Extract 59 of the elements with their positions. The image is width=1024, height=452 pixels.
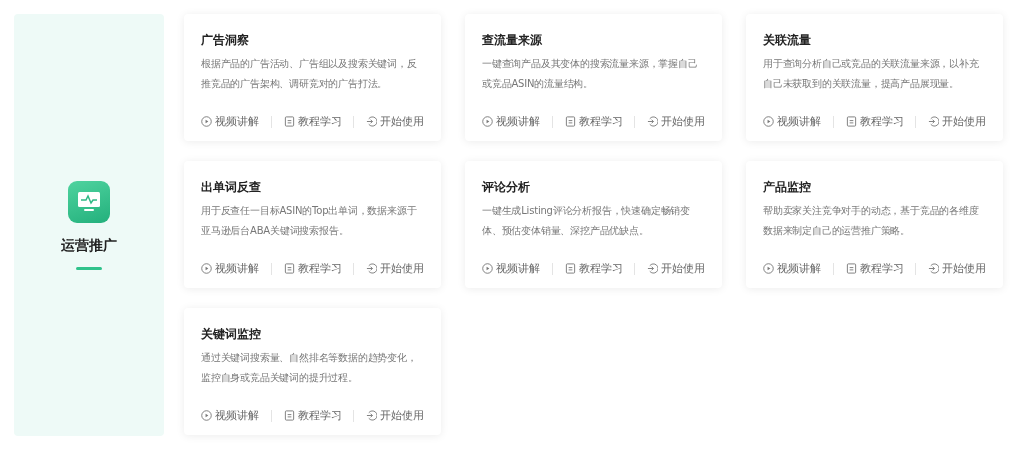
card-description: 用于反查任一目标ASIN的Top出单词，数据来源于亚马逊后台ABA关键词搜索报告。 [201,204,418,238]
enter-icon [647,263,658,274]
video-link[interactable]: 视频讲解 [763,261,821,276]
card-title: 查流量来源 [482,32,543,48]
play-circle-icon [763,116,774,127]
monitor-pulse-icon [68,180,110,223]
card-title: 关键词监控 [201,326,262,342]
document-icon [283,263,295,274]
enter-icon [366,263,377,274]
category-panel[interactable]: 运营推广 [14,14,164,436]
video-link[interactable]: 视频讲解 [763,114,821,129]
tutorial-link[interactable]: 教程学习 [845,114,904,129]
start-link[interactable]: 开始使用 [928,114,986,129]
card-title: 评论分析 [482,179,531,195]
enter-icon [928,263,939,274]
document-icon [564,263,576,274]
document-icon [283,116,295,127]
start-link[interactable]: 开始使用 [366,261,424,276]
start-link[interactable]: 开始使用 [928,261,986,276]
tutorial-link[interactable]: 教程学习 [283,114,342,129]
play-circle-icon [482,116,493,127]
tutorial-link[interactable]: 教程学习 [564,114,623,129]
card-title: 出单词反查 [201,179,262,195]
play-circle-icon [482,263,493,274]
video-link[interactable]: 视频讲解 [201,408,259,423]
document-icon [845,116,857,127]
play-circle-icon [201,116,212,127]
start-link[interactable]: 开始使用 [366,408,424,423]
card-title: 产品监控 [763,179,812,195]
card-description: 一键查询产品及其变体的搜索流量来源，掌握自己或竞品ASIN的流量结构。 [482,57,699,91]
tutorial-link[interactable]: 教程学习 [564,261,623,276]
video-link[interactable]: 视频讲解 [201,261,259,276]
play-circle-icon [201,263,212,274]
play-circle-icon [201,410,212,421]
video-link[interactable]: 视频讲解 [201,114,259,129]
video-link[interactable]: 视频讲解 [482,261,540,276]
tutorial-link[interactable]: 教程学习 [845,261,904,276]
document-icon [283,410,295,421]
enter-icon [366,116,377,127]
start-link[interactable]: 开始使用 [647,261,705,276]
card-description: 一键生成Listing评论分析报告，快速确定畅销变体、预估变体销量、深挖产品优缺点。 [482,204,691,238]
enter-icon [647,116,658,127]
category-title: 运营推广 [61,236,117,255]
document-icon [564,116,576,127]
card-title: 关联流量 [763,32,812,48]
document-icon [845,263,857,274]
play-circle-icon [763,263,774,274]
enter-icon [928,116,939,127]
tutorial-link[interactable]: 教程学习 [283,261,342,276]
card-description: 根据产品的广告活动、广告组以及搜索关键词，反推竞品的广告架构、调研竞对的广告打法。 [201,57,418,91]
card-description: 通过关键词搜索量、自然排名等数据的趋势变化，监控自身或竞品关键词的提升过程。 [201,351,418,385]
tutorial-link[interactable]: 教程学习 [283,408,342,423]
card-description: 用于查询分析自己或竞品的关联流量来源，以补充自己未获取到的关联流量，提高产品展现量。 [763,57,980,91]
card-description: 帮助卖家关注竞争对手的动态，基于竞品的各维度数据来制定自己的运营推广策略。 [763,204,980,238]
card-title: 广告洞察 [201,32,250,48]
start-link[interactable]: 开始使用 [647,114,705,129]
start-link[interactable]: 开始使用 [366,114,424,129]
video-link[interactable]: 视频讲解 [482,114,540,129]
enter-icon [366,410,377,421]
